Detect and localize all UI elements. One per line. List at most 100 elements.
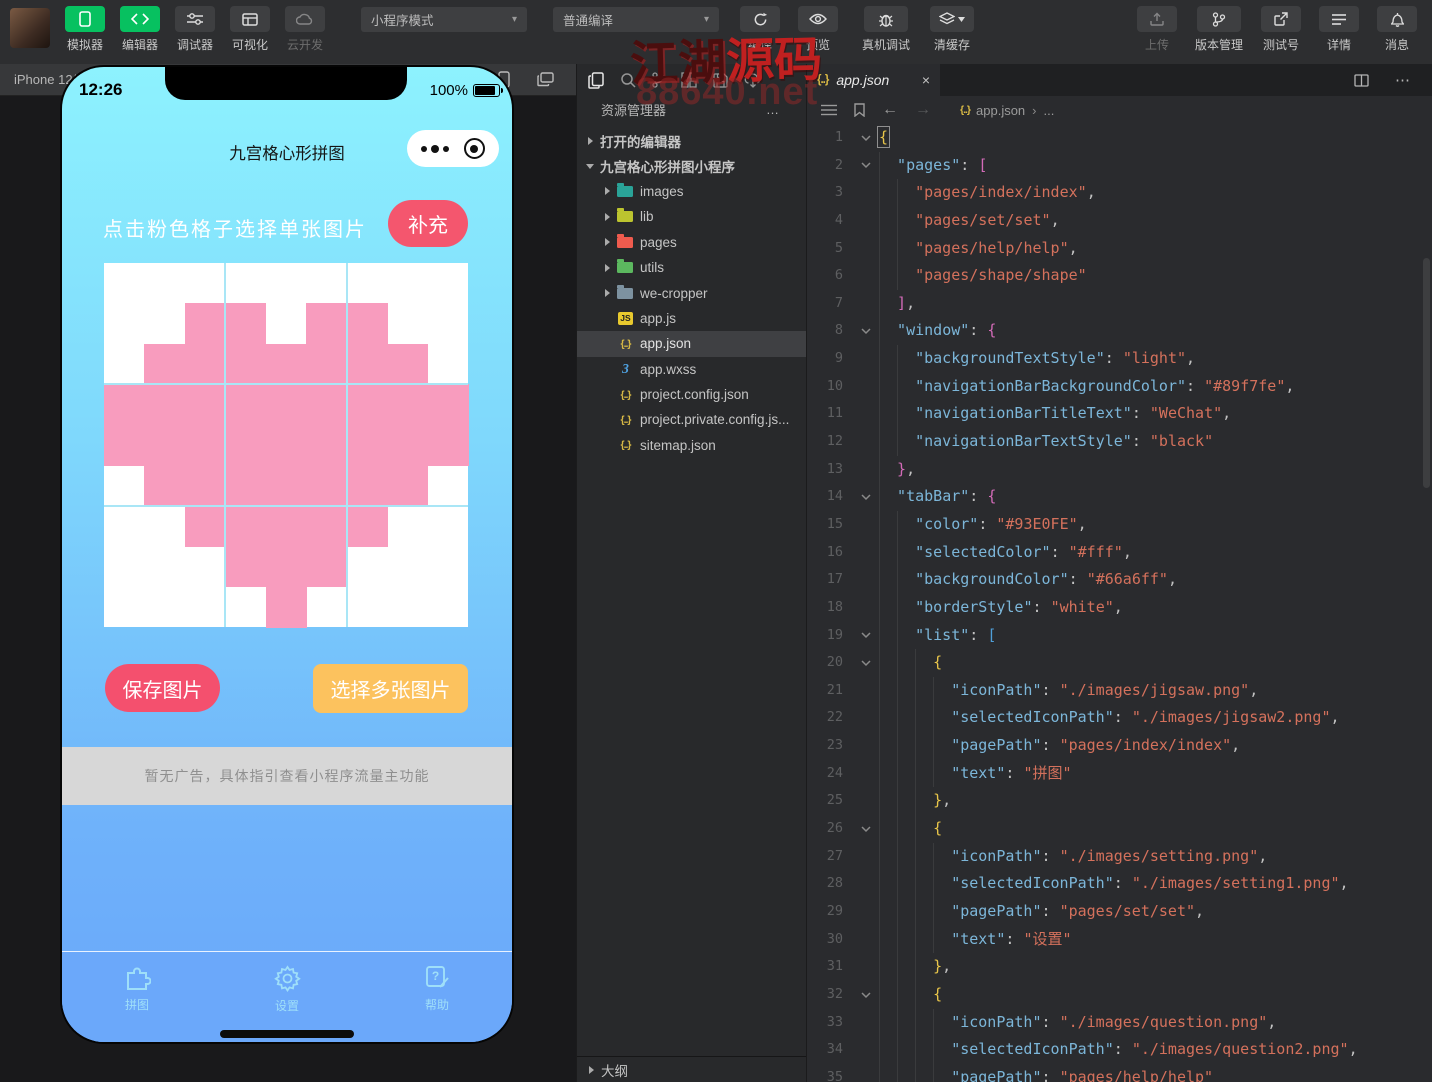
heart-cell[interactable] [144,425,185,466]
heart-cell[interactable] [387,344,428,385]
fold-chevron-icon[interactable] [853,815,879,843]
visualizer-toggle-button[interactable]: 可视化 [225,6,275,53]
puzzle-board[interactable] [104,263,468,627]
heart-cell[interactable] [104,425,145,466]
fold-chevron-icon[interactable] [853,152,879,180]
close-icon[interactable]: × [922,72,930,88]
heart-cell[interactable] [306,384,347,425]
outline-section[interactable]: 大纲 [577,1056,806,1082]
heart-cell[interactable] [347,303,388,344]
debugger-toggle-button[interactable]: 调试器 [170,6,220,53]
mode-select[interactable]: 小程序模式 ▾ [361,7,527,32]
choose-multi-button[interactable]: 选择多张图片 [313,664,468,713]
heart-cell[interactable] [185,384,226,425]
test-account-button[interactable]: 测试号 [1256,6,1306,53]
heart-cell[interactable] [185,465,226,506]
tabbar-item-help[interactable]: ? 帮助 [377,965,497,1042]
tree-item-project-private-config-js-[interactable]: {..}project.private.config.js... [577,407,806,432]
save-image-button[interactable]: 保存图片 [105,664,220,712]
heart-cell[interactable] [225,506,266,547]
bookmark-icon[interactable] [854,103,865,117]
user-avatar[interactable] [10,8,50,48]
tree-item-app-wxss[interactable]: 3app.wxss [577,357,806,382]
tree-item-project-config-json[interactable]: {..}project.config.json [577,382,806,407]
code-editor[interactable]: 1{2"pages": [3"pages/index/index",4"page… [807,124,1432,1082]
heart-cell[interactable] [428,384,469,425]
preview-button[interactable]: 预览 [793,6,843,53]
heart-cell[interactable] [266,384,307,425]
cloud-download-icon[interactable] [744,73,762,88]
back-arrow-icon[interactable]: ← [882,101,898,119]
clear-cache-button[interactable]: 清缓存 [923,6,981,53]
tree-item-utils[interactable]: utils [577,255,806,280]
tab-app-json[interactable]: {..} app.json × [807,64,940,96]
heart-cell[interactable] [266,344,307,385]
git-branch-icon[interactable] [652,72,665,88]
tree-item-lib[interactable]: lib [577,204,806,229]
close-minibar-icon[interactable] [464,138,485,159]
fold-chevron-icon[interactable] [853,483,879,511]
more-actions-icon[interactable]: ⋯ [1395,71,1410,89]
fold-chevron-icon[interactable] [853,981,879,1009]
heart-cell[interactable] [306,506,347,547]
fold-chevron-icon[interactable] [853,124,879,152]
simulator-toggle-button[interactable]: 模拟器 [60,6,110,53]
heart-cell[interactable] [387,425,428,466]
more-menu-icon[interactable] [421,145,449,153]
heart-cell[interactable] [266,425,307,466]
device-debug-button[interactable]: 真机调试 [857,6,915,53]
editor-scrollbar[interactable] [1423,258,1430,488]
breadcrumb-more[interactable]: ... [1044,103,1055,118]
heart-cell[interactable] [266,465,307,506]
tree-item-images[interactable]: images [577,179,806,204]
more-actions-icon[interactable]: … [766,102,780,117]
grid-icon[interactable] [681,72,697,88]
heart-cell[interactable] [185,344,226,385]
tabbar-item-puzzle[interactable]: 拼图 [77,965,197,1042]
heart-cell[interactable] [144,465,185,506]
heart-cell[interactable] [428,425,469,466]
heart-cell[interactable] [225,384,266,425]
tree-item-sitemap-json[interactable]: {..}sitemap.json [577,433,806,458]
heart-cell[interactable] [306,425,347,466]
fold-chevron-icon[interactable] [853,622,879,650]
tree-item--[interactable]: 九宫格心形拼图小程序 [577,153,806,178]
tree-item-pages[interactable]: pages [577,230,806,255]
heart-cell[interactable] [185,303,226,344]
fold-chevron-icon[interactable] [853,317,879,345]
heart-cell[interactable] [306,546,347,587]
heart-cell[interactable] [306,303,347,344]
heart-cell[interactable] [347,425,388,466]
heart-cell[interactable] [144,384,185,425]
upload-button[interactable]: 上传 [1132,6,1182,53]
heart-cell[interactable] [347,344,388,385]
version-manage-button[interactable]: 版本管理 [1190,6,1248,53]
heart-cell[interactable] [225,344,266,385]
heart-cell[interactable] [225,303,266,344]
tree-item-we-cropper[interactable]: we-cropper [577,280,806,305]
heart-cell[interactable] [225,465,266,506]
heart-cell[interactable] [266,506,307,547]
split-editor-icon[interactable] [1354,74,1369,87]
breadcrumb-file[interactable]: {..} app.json [960,103,1025,118]
heart-cell[interactable] [185,425,226,466]
heart-cell[interactable] [266,546,307,587]
heart-cell[interactable] [266,587,307,628]
heart-cell[interactable] [347,384,388,425]
tree-item--[interactable]: 打开的编辑器 [577,128,806,153]
cloud-dev-button[interactable]: 云开发 [280,6,330,53]
heart-cell[interactable] [144,344,185,385]
files-icon[interactable] [588,72,604,89]
save-icon[interactable] [713,73,728,88]
compile-button[interactable]: 编译 [735,6,785,53]
heart-cell[interactable] [387,384,428,425]
home-indicator[interactable] [220,1030,354,1038]
heart-cell[interactable] [104,384,145,425]
detail-button[interactable]: 详情 [1314,6,1364,53]
heart-cell[interactable] [387,465,428,506]
compile-mode-select[interactable]: 普通编译 ▾ [553,7,719,32]
tree-item-app-json[interactable]: {..}app.json [577,331,806,356]
heart-cell[interactable] [347,465,388,506]
heart-cell[interactable] [306,344,347,385]
fold-chevron-icon[interactable] [853,649,879,677]
